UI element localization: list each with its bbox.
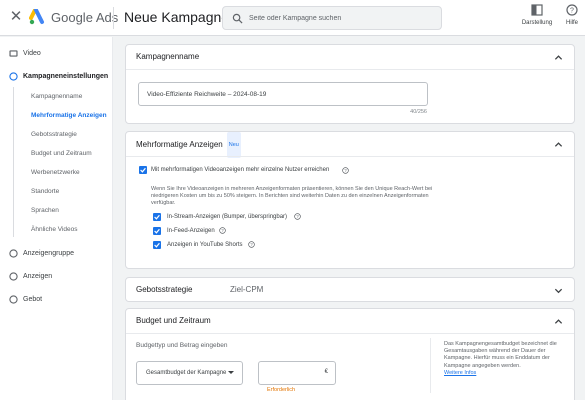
- budget-type-value: Gesamtbudget der Kampagne: [146, 370, 227, 376]
- chevron-up-icon[interactable]: [554, 140, 563, 149]
- help-button[interactable]: ? Hilfe: [561, 4, 583, 32]
- check-icon: [154, 228, 160, 234]
- sidebar-item-label: Kampagneneinstellungen: [23, 72, 109, 80]
- campaign-name-card: Kampagnenname 40/256: [125, 44, 575, 124]
- new-badge: Neu: [226, 132, 241, 158]
- sidebar-item-label: Anzeigengruppe: [23, 249, 74, 257]
- section-title: Mehrformatige Anzeigen Neu: [136, 132, 241, 158]
- budget-type-select[interactable]: Gesamtbudget der Kampagne: [136, 361, 243, 385]
- sidebar-subitem-budget[interactable]: Budget und Zeitraum: [31, 147, 92, 161]
- help-icon[interactable]: ?: [294, 213, 301, 220]
- instream-checkbox[interactable]: [153, 213, 161, 221]
- sidebar-item-label: Video: [23, 49, 41, 57]
- multiformat-ads-card: Mehrformatige Anzeigen Neu Mit mehrformat…: [125, 131, 575, 269]
- chevron-up-icon[interactable]: [554, 317, 563, 326]
- sidebar-subitem-standorte[interactable]: Standorte: [31, 185, 59, 199]
- section-title-text: Mehrformatige Anzeigen: [136, 140, 223, 149]
- substep-line: [13, 87, 14, 237]
- sidebar-item-campaign-settings[interactable]: Kampagneneinstellungen: [0, 67, 113, 85]
- sidebar-item-label: Anzeigen: [23, 272, 53, 280]
- infeed-checkbox-label: In-Feed-Anzeigen: [167, 228, 215, 234]
- vertical-divider: [430, 338, 431, 393]
- sidebar-subitem-kampagnenname[interactable]: Kampagnenname: [31, 90, 82, 104]
- sidebar-subitem-werbenetzwerke[interactable]: Werbenetzwerke: [31, 166, 80, 180]
- character-counter: 40/256: [410, 109, 427, 115]
- campaign-name-input[interactable]: [138, 82, 428, 106]
- check-icon: [154, 214, 160, 220]
- shorts-checkbox[interactable]: [153, 241, 161, 249]
- layout-icon: [531, 4, 543, 16]
- circle-outline-icon: [9, 71, 18, 81]
- page-title: Neue Kampagne: [124, 9, 230, 25]
- help-icon[interactable]: ?: [248, 241, 255, 248]
- svg-text:?: ?: [221, 228, 224, 233]
- dropdown-arrow-icon: [228, 371, 234, 374]
- budget-help-note: Das Kampagnengesamtbudget bezeichnet die…: [444, 341, 572, 377]
- sidebar-item-video[interactable]: Video: [0, 44, 113, 62]
- section-title: Budget und Zeitraum: [136, 316, 211, 325]
- svg-text:?: ?: [296, 214, 299, 219]
- layout-label: Darstellung: [521, 20, 553, 26]
- close-icon[interactable]: ✕: [9, 9, 23, 24]
- header-divider: [113, 7, 114, 29]
- required-hint: Erforderlich: [267, 387, 296, 393]
- search-input[interactable]: [249, 10, 434, 26]
- bid-strategy-value: Ziel-CPM: [230, 285, 264, 294]
- multiformat-description: Wenn Sie Ihre Videoanzeigen in mehreren …: [151, 186, 433, 207]
- sidebar-item-bid[interactable]: Gebot: [0, 290, 113, 308]
- divider: [126, 69, 574, 70]
- sidebar-subitem-sprachen[interactable]: Sprachen: [31, 204, 59, 218]
- svg-text:?: ?: [344, 168, 347, 173]
- budget-help-text: Das Kampagnengesamtbudget bezeichnet die…: [444, 341, 557, 369]
- help-icon[interactable]: ?: [219, 227, 226, 234]
- circle-outline-icon: [9, 248, 18, 258]
- sidebar-item-ads[interactable]: Anzeigen: [0, 267, 113, 285]
- infeed-checkbox[interactable]: [153, 227, 161, 235]
- help-label: Hilfe: [565, 20, 578, 26]
- brand-name: Google Ads: [51, 10, 119, 25]
- sidebar-item-label: Gebot: [23, 295, 43, 303]
- sidebar-subitem-mehrformatige-anzeigen[interactable]: Mehrformatige Anzeigen: [31, 109, 107, 123]
- section-title: Kampagnenname: [136, 52, 200, 61]
- video-icon: [9, 49, 18, 57]
- google-ads-logo: [29, 9, 44, 25]
- svg-text:?: ?: [570, 8, 574, 15]
- check-icon: [154, 242, 160, 248]
- learn-more-link[interactable]: Weitere Infos: [444, 370, 476, 377]
- bid-strategy-card[interactable]: Gebotsstrategie Ziel-CPM: [125, 277, 575, 302]
- check-icon: [140, 167, 146, 173]
- multiformat-checkbox-label: Mit mehrformatigen Videoanzeigen mehr ei…: [151, 167, 330, 173]
- section-title: Gebotsstrategie: [136, 285, 193, 294]
- help-icon[interactable]: ?: [342, 167, 349, 174]
- sidebar-subitem-aehnliche-videos[interactable]: Ähnliche Videos: [31, 223, 78, 237]
- instream-checkbox-label: In-Stream-Anzeigen (Bumper, überspringba…: [167, 214, 288, 220]
- layout-button[interactable]: Darstellung: [521, 4, 553, 32]
- chevron-down-icon[interactable]: [554, 286, 563, 295]
- currency-symbol: €: [324, 369, 328, 375]
- budget-card: Budget und Zeitraum Budgettyp und Betrag…: [125, 308, 575, 400]
- budget-amount-field[interactable]: €: [258, 361, 336, 385]
- search-box[interactable]: [222, 6, 442, 30]
- svg-text:?: ?: [250, 242, 253, 247]
- search-icon: [232, 13, 243, 24]
- circle-outline-icon: [9, 271, 18, 281]
- sidebar-item-ad-group[interactable]: Anzeigengruppe: [0, 244, 113, 262]
- divider: [126, 156, 574, 157]
- budget-type-label: Budgettyp und Betrag eingeben: [136, 342, 228, 349]
- shorts-checkbox-label: Anzeigen in YouTube Shorts: [167, 242, 243, 248]
- sidebar: Video Kampagneneinstellungen Kampagnenna…: [0, 37, 113, 400]
- sidebar-subitem-gebotsstrategie[interactable]: Gebotsstrategie: [31, 128, 77, 142]
- divider: [126, 333, 574, 334]
- multiformat-checkbox[interactable]: [139, 166, 147, 174]
- circle-outline-icon: [9, 294, 18, 304]
- help-icon: ?: [566, 4, 578, 16]
- top-bar: ✕ Google Ads Neue Kampagne Darstellung ?…: [0, 0, 585, 36]
- chevron-up-icon[interactable]: [554, 53, 563, 62]
